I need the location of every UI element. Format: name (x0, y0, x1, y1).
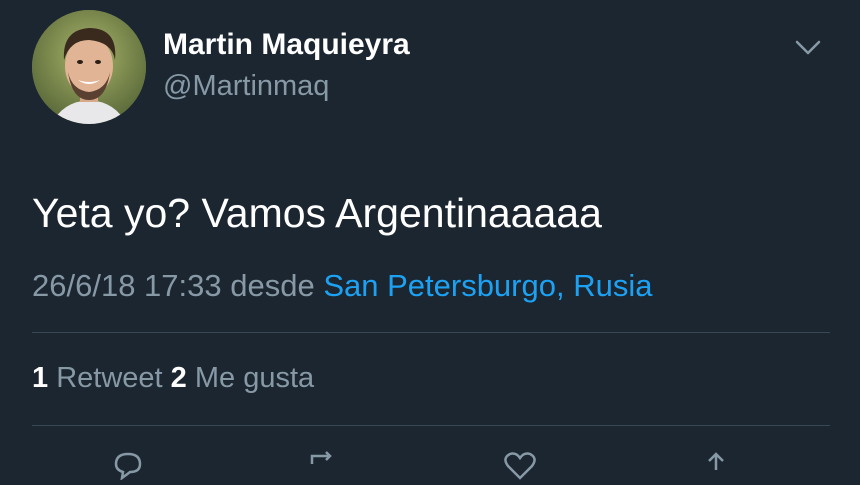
tweet-stats: 1 Retweet 2 Me gusta (32, 362, 314, 395)
reply-icon[interactable] (108, 450, 148, 481)
tweet-text: Yeta yo? Vamos Argentinaaaaa (32, 190, 602, 236)
likes-stat[interactable]: 2 Me gusta (171, 362, 315, 394)
tweet-meta: 26/6/18 17:33 desde San Petersburgo, Rus… (32, 268, 652, 304)
tweet-actions (0, 440, 860, 481)
retweet-icon[interactable] (304, 450, 344, 480)
share-icon[interactable] (696, 450, 736, 480)
divider (32, 425, 830, 426)
tweet-detail: Martin Maquieyra @Martinmaq Yeta yo? Vam… (0, 0, 860, 481)
retweets-stat[interactable]: 1 Retweet (32, 362, 171, 394)
tweet-timestamp[interactable]: 26/6/18 17:33 desde (32, 268, 315, 303)
chevron-down-icon[interactable] (794, 38, 822, 58)
avatar[interactable] (32, 10, 146, 124)
display-name[interactable]: Martin Maquieyra (163, 28, 410, 62)
likes-count: 2 (170, 362, 187, 394)
heart-icon[interactable] (500, 450, 540, 480)
user-handle[interactable]: @Martinmaq (163, 70, 329, 103)
likes-label: Me gusta (194, 362, 315, 394)
divider (32, 332, 830, 333)
tweet-location-link[interactable]: San Petersburgo, Rusia (323, 268, 652, 303)
retweets-label: Retweet (56, 362, 163, 394)
retweets-count: 1 (32, 362, 49, 394)
